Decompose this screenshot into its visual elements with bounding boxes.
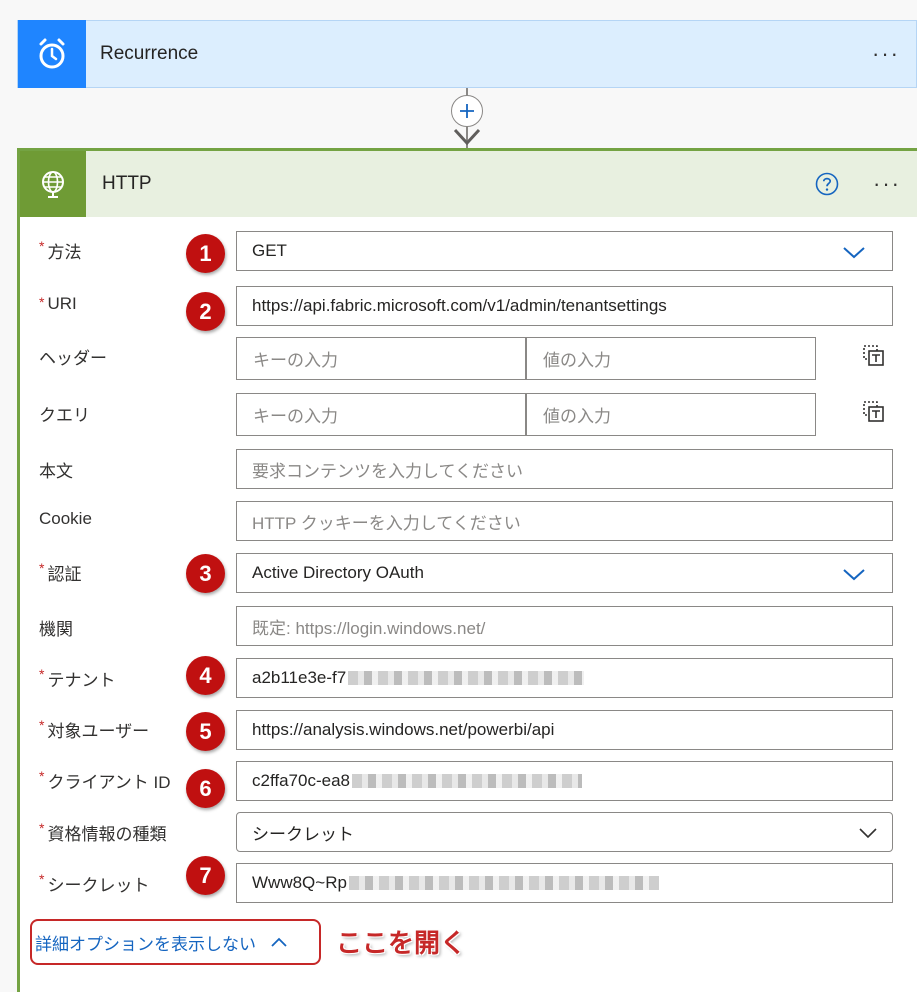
cookie-label: Cookie xyxy=(39,509,92,528)
method-label: * 方法 xyxy=(39,238,82,262)
redacted-blur xyxy=(348,876,659,890)
credential-type-label: * 資格情報の種類 xyxy=(39,820,167,844)
recurrence-more-button[interactable]: ··· xyxy=(856,41,916,67)
authority-input[interactable]: 既定: https://login.windows.net/ xyxy=(236,606,893,646)
step-badge-7: 7 xyxy=(186,856,225,895)
toggle-advanced-options-button[interactable]: 詳細オプションを表示しない xyxy=(30,919,321,965)
secret-label: * シークレット xyxy=(39,871,150,895)
chevron-down-icon xyxy=(843,569,865,581)
step-badge-2: 2 xyxy=(186,292,225,331)
client-id-value: c2ffa70c-ea8 xyxy=(252,771,350,790)
credential-type-value: シークレット xyxy=(252,824,354,844)
credential-type-dropdown[interactable]: シークレット xyxy=(236,812,893,852)
plus-icon xyxy=(460,104,474,118)
audience-value: https://analysis.windows.net/powerbi/api xyxy=(252,720,555,739)
http-header[interactable]: HTTP ··· xyxy=(20,151,917,217)
advanced-options-label: 詳細オプションを表示しない xyxy=(35,934,256,954)
secret-input[interactable]: Www8Q~Rp xyxy=(236,863,893,903)
uri-input[interactable]: https://api.fabric.microsoft.com/v1/admi… xyxy=(236,286,893,326)
auth-label: * 認証 xyxy=(39,560,82,584)
uri-label: * URI xyxy=(39,294,77,313)
chevron-down-icon xyxy=(859,828,877,839)
globe-icon xyxy=(20,151,86,217)
tenant-input[interactable]: a2b11e3e-f7 xyxy=(236,658,893,698)
body-label: 本文 xyxy=(39,462,73,481)
chevron-up-icon xyxy=(271,937,287,947)
headers-label: ヘッダー xyxy=(39,349,107,368)
tenant-label: * テナント xyxy=(39,666,116,690)
method-value: GET xyxy=(252,241,287,260)
step-badge-1: 1 xyxy=(186,234,225,273)
body-input[interactable]: 要求コンテンツを入力してください xyxy=(236,449,893,489)
http-title: HTTP xyxy=(102,173,152,194)
auth-value: Active Directory OAuth xyxy=(252,563,424,582)
secret-value: Www8Q~Rp xyxy=(252,873,347,892)
redacted-blur xyxy=(351,774,582,788)
step-badge-4: 4 xyxy=(186,656,225,695)
uri-value: https://api.fabric.microsoft.com/v1/admi… xyxy=(252,296,667,315)
alarm-clock-icon xyxy=(18,20,86,88)
step-badge-3: 3 xyxy=(186,554,225,593)
query-key-input[interactable]: キーの入力 xyxy=(236,393,526,436)
http-more-button[interactable]: ··· xyxy=(857,171,917,197)
auth-dropdown[interactable]: Active Directory OAuth xyxy=(236,553,893,593)
insert-step-button[interactable] xyxy=(451,95,483,127)
recurrence-title: Recurrence xyxy=(100,43,199,64)
switch-text-mode-icon[interactable] xyxy=(862,344,886,368)
query-value-input[interactable]: 値の入力 xyxy=(526,393,816,436)
authority-label: 機関 xyxy=(39,620,73,639)
header-key-input[interactable]: キーの入力 xyxy=(236,337,526,380)
audience-input[interactable]: https://analysis.windows.net/powerbi/api xyxy=(236,710,893,750)
header-value-input[interactable]: 値の入力 xyxy=(526,337,816,380)
method-dropdown[interactable]: GET xyxy=(236,231,893,271)
step-badge-6: 6 xyxy=(186,769,225,808)
redacted-blur xyxy=(348,671,585,685)
recurrence-card[interactable]: Recurrence ··· xyxy=(17,20,917,88)
tenant-value: a2b11e3e-f7 xyxy=(252,668,347,687)
step-badge-5: 5 xyxy=(186,712,225,751)
switch-text-mode-icon[interactable] xyxy=(862,400,886,424)
annotation-callout: ここを開く xyxy=(336,929,467,959)
arrow-down-icon xyxy=(453,128,481,146)
queries-label: クエリ xyxy=(39,406,90,425)
client-id-label: * クライアント ID xyxy=(39,768,171,792)
chevron-down-icon xyxy=(843,247,865,259)
cookie-input[interactable]: HTTP クッキーを入力してください xyxy=(236,501,893,541)
client-id-input[interactable]: c2ffa70c-ea8 xyxy=(236,761,893,801)
audience-label: * 対象ユーザー xyxy=(39,717,150,741)
help-icon[interactable] xyxy=(797,172,857,196)
